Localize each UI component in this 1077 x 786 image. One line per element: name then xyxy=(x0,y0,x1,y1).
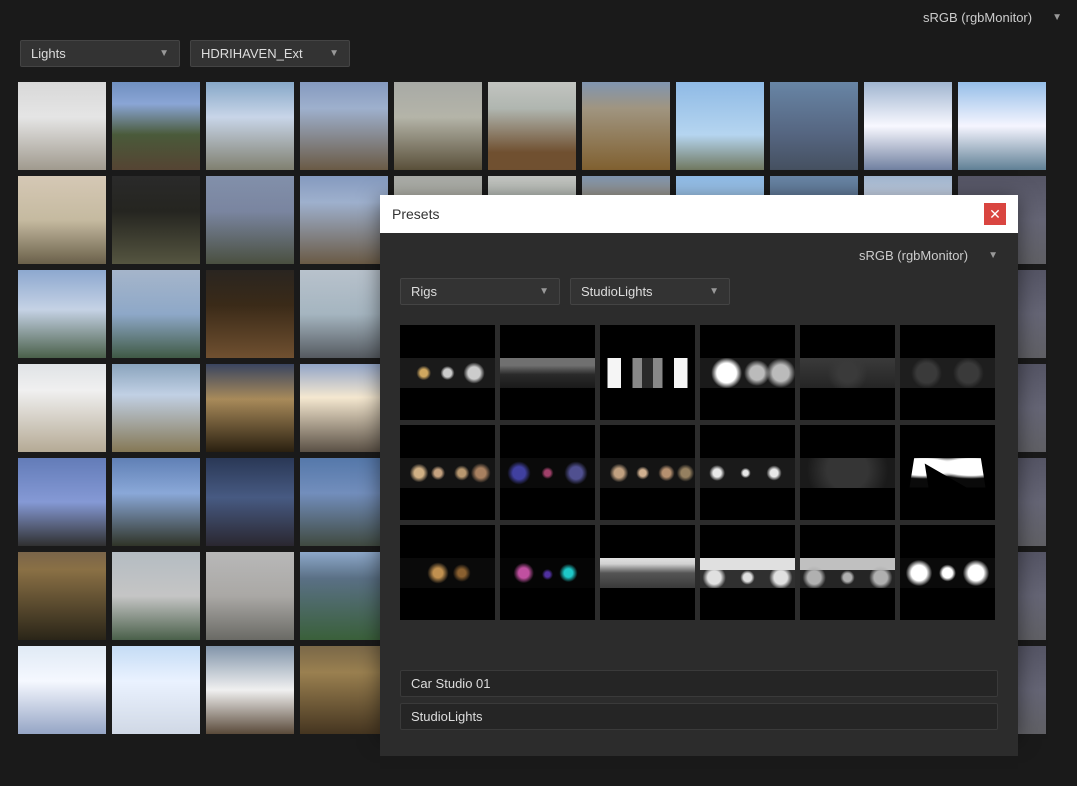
hdri-thumbnail[interactable] xyxy=(300,458,388,546)
selected-preset-value: Car Studio 01 xyxy=(411,676,491,691)
preset-thumbnail[interactable] xyxy=(700,325,795,420)
dialog-title: Presets xyxy=(392,206,439,222)
preset-thumbnail[interactable] xyxy=(500,425,595,520)
modal-color-space-label: sRGB (rgbMonitor) xyxy=(859,248,968,263)
hdri-thumbnail[interactable] xyxy=(582,82,670,170)
hdri-thumbnail[interactable] xyxy=(394,82,482,170)
hdri-thumbnail[interactable] xyxy=(18,82,106,170)
hdri-thumbnail[interactable] xyxy=(300,364,388,452)
modal-library-label: StudioLights xyxy=(581,284,653,299)
dialog-titlebar: Presets ✕ xyxy=(380,195,1018,233)
hdri-thumbnail[interactable] xyxy=(206,364,294,452)
library-label: HDRIHAVEN_Ext xyxy=(201,46,303,61)
hdri-thumbnail[interactable] xyxy=(18,176,106,264)
preset-thumbnail[interactable] xyxy=(600,325,695,420)
hdri-thumbnail[interactable] xyxy=(18,552,106,640)
hdri-thumbnail[interactable] xyxy=(206,176,294,264)
hdri-thumbnail[interactable] xyxy=(300,552,388,640)
preset-thumbnail-grid xyxy=(400,325,998,620)
preset-thumbnail[interactable] xyxy=(700,525,795,620)
dropdown-arrow-icon: ▼ xyxy=(988,250,998,261)
hdri-thumbnail[interactable] xyxy=(206,552,294,640)
preset-thumbnail[interactable] xyxy=(400,525,495,620)
hdri-thumbnail[interactable] xyxy=(300,82,388,170)
hdri-thumbnail[interactable] xyxy=(300,176,388,264)
hdri-thumbnail[interactable] xyxy=(112,458,200,546)
modal-library-dropdown[interactable]: StudioLights ▼ xyxy=(570,278,730,305)
preset-thumbnail[interactable] xyxy=(400,325,495,420)
hdri-thumbnail[interactable] xyxy=(958,82,1046,170)
hdri-thumbnail[interactable] xyxy=(112,646,200,734)
dropdown-arrow-icon: ▼ xyxy=(1052,12,1062,23)
close-button[interactable]: ✕ xyxy=(984,203,1006,225)
library-name-field[interactable]: StudioLights xyxy=(400,703,998,730)
hdri-thumbnail[interactable] xyxy=(112,82,200,170)
library-dropdown[interactable]: HDRIHAVEN_Ext ▼ xyxy=(190,40,350,67)
presets-dialog: Presets ✕ sRGB (rgbMonitor) ▼ Rigs ▼ Stu… xyxy=(380,195,1018,735)
hdri-thumbnail[interactable] xyxy=(206,82,294,170)
dropdown-arrow-icon: ▼ xyxy=(709,286,719,297)
hdri-thumbnail[interactable] xyxy=(488,82,576,170)
preset-thumbnail[interactable] xyxy=(800,325,895,420)
preset-thumbnail[interactable] xyxy=(600,425,695,520)
color-space-label: sRGB (rgbMonitor) xyxy=(923,10,1032,25)
hdri-thumbnail[interactable] xyxy=(112,176,200,264)
hdri-thumbnail[interactable] xyxy=(18,646,106,734)
preset-thumbnail[interactable] xyxy=(900,325,995,420)
dropdown-arrow-icon: ▼ xyxy=(159,48,169,59)
preset-thumbnail[interactable] xyxy=(900,425,995,520)
hdri-thumbnail[interactable] xyxy=(206,458,294,546)
close-icon: ✕ xyxy=(989,206,1001,223)
hdri-thumbnail[interactable] xyxy=(206,270,294,358)
dropdown-arrow-icon: ▼ xyxy=(539,286,549,297)
hdri-thumbnail[interactable] xyxy=(112,552,200,640)
hdri-thumbnail[interactable] xyxy=(206,646,294,734)
dropdown-arrow-icon: ▼ xyxy=(329,48,339,59)
hdri-thumbnail[interactable] xyxy=(300,646,388,734)
modal-category-dropdown[interactable]: Rigs ▼ xyxy=(400,278,560,305)
preset-thumbnail[interactable] xyxy=(800,425,895,520)
hdri-thumbnail[interactable] xyxy=(18,364,106,452)
selected-preset-field[interactable]: Car Studio 01 xyxy=(400,670,998,697)
hdri-thumbnail[interactable] xyxy=(112,364,200,452)
hdri-thumbnail[interactable] xyxy=(676,82,764,170)
library-name-value: StudioLights xyxy=(411,709,483,724)
preset-thumbnail[interactable] xyxy=(600,525,695,620)
hdri-thumbnail[interactable] xyxy=(18,458,106,546)
preset-thumbnail[interactable] xyxy=(800,525,895,620)
color-space-dropdown[interactable]: sRGB (rgbMonitor) ▼ xyxy=(923,10,1062,25)
hdri-thumbnail[interactable] xyxy=(864,82,952,170)
hdri-thumbnail[interactable] xyxy=(770,82,858,170)
category-label: Lights xyxy=(31,46,66,61)
preset-thumbnail[interactable] xyxy=(700,425,795,520)
preset-thumbnail[interactable] xyxy=(400,425,495,520)
hdri-thumbnail[interactable] xyxy=(300,270,388,358)
preset-thumbnail[interactable] xyxy=(500,325,595,420)
category-dropdown[interactable]: Lights ▼ xyxy=(20,40,180,67)
preset-thumbnail[interactable] xyxy=(900,525,995,620)
modal-color-space-dropdown[interactable]: sRGB (rgbMonitor) ▼ xyxy=(859,248,998,263)
modal-category-label: Rigs xyxy=(411,284,437,299)
hdri-thumbnail[interactable] xyxy=(18,270,106,358)
preset-thumbnail[interactable] xyxy=(500,525,595,620)
hdri-thumbnail[interactable] xyxy=(112,270,200,358)
